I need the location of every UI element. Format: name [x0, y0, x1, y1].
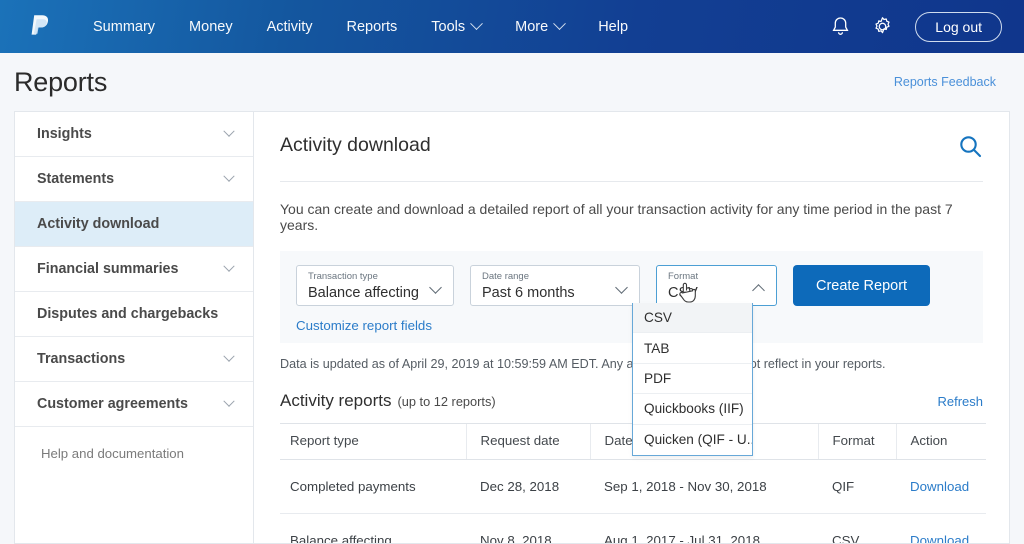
nav-link-activity[interactable]: Activity — [250, 13, 330, 41]
sidebar-item-transactions[interactable]: Transactions — [15, 337, 253, 382]
chevron-down-icon — [223, 125, 235, 137]
page-header: Reports Reports Feedback — [0, 53, 1024, 111]
nav-link-help[interactable]: Help — [581, 13, 645, 41]
cell-action: Download — [896, 459, 986, 514]
navbar-links: Summary Money Activity Reports Tools Mor… — [76, 13, 645, 41]
sidebar-item-financial-summaries[interactable]: Financial summaries — [15, 247, 253, 292]
sidebar-item-label: Activity download — [37, 216, 160, 232]
nav-link-tools[interactable]: Tools — [414, 13, 498, 41]
cell-format: CSV — [818, 513, 896, 543]
nav-link-label: Reports — [346, 18, 398, 35]
main-panel-header: Activity download — [280, 134, 983, 182]
nav-link-label: Money — [189, 18, 233, 35]
sidebar-item-label: Insights — [37, 126, 92, 142]
cell-date-range: Aug 1, 2017 - Jul 31, 2018 — [590, 513, 818, 543]
date-range-value: Past 6 months — [482, 285, 575, 301]
format-option-tab[interactable]: TAB — [633, 333, 752, 364]
sidebar-item-label: Financial summaries — [37, 261, 179, 277]
navbar-right-actions: Log out — [831, 11, 1002, 42]
page-layout: Insights Statements Activity download Fi… — [0, 111, 1024, 544]
chevron-down-icon — [223, 260, 235, 272]
nav-link-label: Help — [598, 18, 629, 35]
format-option-csv[interactable]: CSV — [633, 303, 752, 334]
chevron-down-icon — [223, 395, 235, 407]
transaction-type-label: Transaction type — [308, 271, 378, 282]
chevron-down-icon — [223, 170, 235, 182]
cell-request-date: Nov 8, 2018 — [466, 513, 590, 543]
transaction-type-select[interactable]: Transaction type Balance affecting — [296, 265, 454, 306]
sidebar-item-disputes-and-chargebacks[interactable]: Disputes and chargebacks — [15, 292, 253, 337]
format-dropdown-menu: CSV TAB PDF Quickbooks (IIF) Quicken (QI… — [632, 303, 753, 456]
nav-link-label: Summary — [93, 18, 156, 35]
logout-button[interactable]: Log out — [915, 11, 1002, 42]
cell-report-type: Completed payments — [280, 459, 466, 514]
reports-feedback-link[interactable]: Reports Feedback — [894, 75, 996, 89]
report-controls-panel: Transaction type Balance affecting Date … — [280, 251, 983, 456]
page-title: Reports — [14, 66, 108, 97]
column-header-report-type: Report type — [280, 423, 466, 460]
column-header-action: Action — [895, 423, 986, 460]
table-row: Completed payments Dec 28, 2018 Sep 1, 2… — [280, 459, 986, 514]
nav-link-more[interactable]: More — [498, 13, 581, 41]
column-header-request-date: Request date — [465, 423, 590, 460]
nav-link-money[interactable]: Money — [172, 13, 250, 41]
format-option-pdf[interactable]: PDF — [633, 364, 752, 395]
sidebar-help-and-documentation-link[interactable]: Help and documentation — [15, 427, 253, 461]
main-panel-title: Activity download — [280, 134, 431, 156]
nav-link-reports[interactable]: Reports — [330, 13, 415, 41]
search-magnifier-icon[interactable] — [958, 134, 983, 164]
activity-reports-subtitle: (up to 12 reports) — [397, 394, 496, 409]
intro-text: You can create and download a detailed r… — [280, 201, 953, 233]
chevron-down-icon — [223, 350, 235, 362]
format-value: CSV — [668, 285, 698, 301]
sidebar-item-label: Disputes and chargebacks — [37, 306, 219, 322]
download-link[interactable]: Download — [910, 479, 969, 494]
table-row: Balance affecting Nov 8, 2018 Aug 1, 201… — [280, 513, 986, 543]
format-option-quicken[interactable]: Quicken (QIF - U... — [633, 425, 752, 455]
refresh-link[interactable]: Refresh — [937, 394, 983, 409]
nav-link-label: More — [515, 18, 549, 35]
settings-gear-icon[interactable] — [872, 16, 893, 37]
report-controls-row: Transaction type Balance affecting Date … — [296, 265, 967, 306]
nav-link-label: Activity — [266, 18, 313, 35]
chevron-down-icon — [553, 17, 567, 31]
sidebar-nav: Insights Statements Activity download Fi… — [14, 111, 253, 544]
create-report-button[interactable]: Create Report — [793, 265, 931, 306]
column-header-format: Format — [817, 423, 896, 460]
paypal-logo-icon[interactable] — [26, 12, 52, 42]
transaction-type-value: Balance affecting — [308, 285, 419, 301]
cell-date-range: Sep 1, 2018 - Nov 30, 2018 — [590, 459, 818, 514]
sidebar-item-statements[interactable]: Statements — [15, 157, 253, 202]
sidebar-item-activity-download[interactable]: Activity download — [15, 202, 253, 247]
sidebar-item-label: Customer agreements — [37, 396, 188, 412]
notifications-bell-icon[interactable] — [831, 16, 850, 37]
main-panel: Activity download You can create and dow… — [253, 111, 1010, 544]
cell-request-date: Dec 28, 2018 — [466, 459, 590, 514]
download-link[interactable]: Download — [910, 533, 969, 543]
nav-link-summary[interactable]: Summary — [76, 13, 172, 41]
date-range-label: Date range — [482, 271, 530, 282]
chevron-down-icon — [470, 17, 484, 31]
format-select[interactable]: Format CSV — [656, 265, 777, 306]
sidebar-item-insights[interactable]: Insights — [15, 112, 253, 157]
format-label: Format — [668, 271, 699, 282]
nav-link-label: Tools — [431, 18, 466, 35]
activity-reports-title: Activity reports — [280, 391, 392, 410]
customize-report-fields-link[interactable]: Customize report fields — [296, 318, 432, 333]
cell-action: Download — [896, 513, 986, 543]
format-option-quickbooks[interactable]: Quickbooks (IIF) — [633, 394, 752, 425]
cell-report-type: Balance affecting — [280, 513, 466, 543]
date-range-select[interactable]: Date range Past 6 months — [470, 265, 640, 306]
top-navbar: Summary Money Activity Reports Tools Mor… — [0, 0, 1024, 53]
sidebar-item-customer-agreements[interactable]: Customer agreements — [15, 382, 253, 427]
sidebar-item-label: Transactions — [37, 351, 126, 367]
cell-format: QIF — [818, 459, 896, 514]
sidebar-item-label: Statements — [37, 171, 115, 187]
